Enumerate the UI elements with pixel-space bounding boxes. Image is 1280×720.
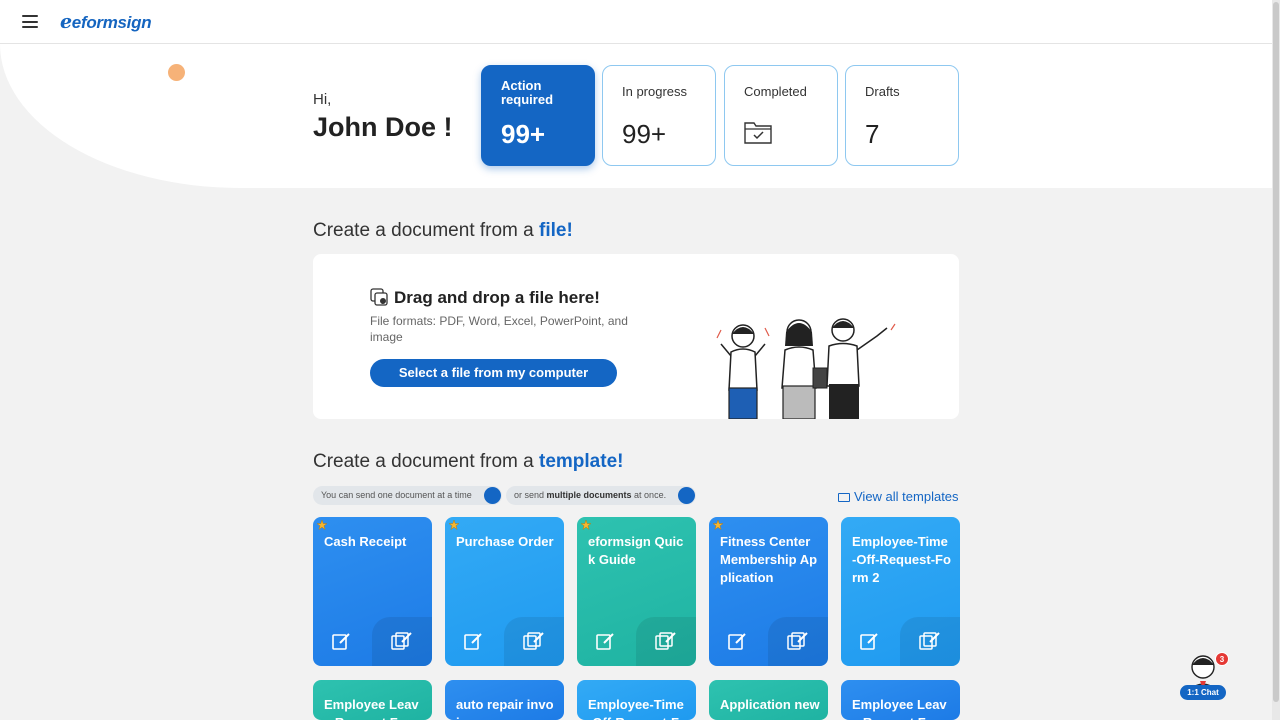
template-card[interactable]: eformsign Quick Guide bbox=[577, 517, 696, 666]
title-highlight: file! bbox=[539, 220, 573, 241]
template-card[interactable]: Employee-Time-Off-Request-Form 2 bbox=[841, 517, 960, 666]
template-name: eformsign Quick Guide bbox=[588, 534, 684, 567]
star-icon bbox=[449, 520, 459, 530]
drag-drop-file-icon bbox=[370, 288, 388, 306]
star-icon bbox=[317, 520, 327, 530]
stat-label: Action required bbox=[501, 78, 554, 107]
user-name: John Doe ! bbox=[313, 112, 453, 142]
file-drop-zone[interactable]: Drag and drop a file here! File formats:… bbox=[313, 254, 959, 419]
pill-text: at once. bbox=[631, 490, 667, 500]
stat-action-required[interactable]: Action required 99+ bbox=[481, 65, 595, 166]
template-card[interactable]: Employee-Time-Off-Request-Form bbox=[577, 680, 696, 720]
title-text: Create a document from a bbox=[313, 451, 539, 472]
template-card[interactable]: Application new bbox=[709, 680, 828, 720]
file-formats-text: File formats: PDF, Word, Excel, PowerPoi… bbox=[370, 314, 628, 344]
mouse-cursor-indicator bbox=[168, 64, 185, 81]
bulk-send-icon[interactable] bbox=[919, 631, 941, 651]
chat-button-label[interactable]: 1:1 Chat bbox=[1180, 685, 1226, 700]
new-document-icon[interactable] bbox=[464, 631, 483, 650]
stat-value: 99+ bbox=[501, 119, 546, 149]
new-document-icon[interactable] bbox=[332, 631, 351, 650]
template-card[interactable]: Employee Leave Request Form bbox=[313, 680, 432, 720]
pill-text: or send bbox=[514, 490, 547, 500]
template-name: Employee-Time-Off-Request-Form 2 bbox=[852, 534, 951, 585]
template-card[interactable]: Cash Receipt bbox=[313, 517, 432, 666]
stat-value: 99+ bbox=[622, 119, 667, 149]
stat-label: Drafts bbox=[865, 84, 900, 99]
new-document-icon[interactable] bbox=[860, 631, 879, 650]
template-name: Purchase Order bbox=[456, 534, 554, 549]
scrollbar-thumb[interactable] bbox=[1273, 2, 1279, 702]
bulk-send-icon[interactable] bbox=[655, 631, 677, 651]
star-icon bbox=[713, 520, 723, 530]
stat-drafts[interactable]: Drafts 7 bbox=[845, 65, 959, 166]
file-section-title: Create a document from a file! bbox=[313, 220, 573, 242]
bulk-send-icon[interactable] bbox=[523, 631, 545, 651]
eformsign-logo[interactable]: ℯeformsign bbox=[60, 11, 152, 34]
template-name: Fitness Center Membership Application bbox=[720, 534, 818, 585]
template-name: Employee Leave Request Form bbox=[324, 697, 422, 720]
stat-value: 7 bbox=[865, 119, 880, 149]
view-all-label: View all templates bbox=[854, 489, 959, 504]
template-card[interactable]: auto repair invoice bbox=[445, 680, 564, 720]
template-card[interactable]: Employee Leave Request Form 2 bbox=[841, 680, 960, 720]
template-section-title: Create a document from a template! bbox=[313, 451, 623, 473]
star-icon bbox=[581, 520, 591, 530]
template-name: Cash Receipt bbox=[324, 534, 407, 549]
title-text: Create a document from a bbox=[313, 220, 539, 241]
template-name: auto repair invoice bbox=[456, 697, 554, 720]
send-multiple-pill: or send multiple documents at once. bbox=[506, 486, 696, 505]
people-illustration bbox=[716, 318, 896, 419]
title-highlight: template! bbox=[539, 451, 624, 472]
multi-edit-icon bbox=[678, 487, 695, 504]
bulk-send-icon[interactable] bbox=[787, 631, 809, 651]
edit-icon bbox=[484, 487, 501, 504]
greeting-hi: Hi, bbox=[313, 91, 332, 108]
drop-title: Drag and drop a file here! bbox=[394, 288, 600, 307]
template-name: Employee Leave Request Form 2 bbox=[852, 697, 950, 720]
new-document-icon[interactable] bbox=[728, 631, 747, 650]
stat-completed[interactable]: Completed bbox=[724, 65, 838, 166]
template-card[interactable]: Fitness Center Membership Application bbox=[709, 517, 828, 666]
top-navigation-bar: ℯeformsign bbox=[0, 0, 1272, 44]
bulk-send-icon[interactable] bbox=[391, 631, 413, 651]
stat-in-progress[interactable]: In progress 99+ bbox=[602, 65, 716, 166]
stat-label: Completed bbox=[744, 84, 807, 99]
select-file-button[interactable]: Select a file from my computer bbox=[370, 359, 617, 387]
page-scrollbar[interactable] bbox=[1272, 0, 1280, 720]
folder-check-icon bbox=[744, 122, 772, 144]
send-one-pill: You can send one document at a time bbox=[313, 486, 502, 505]
new-document-icon[interactable] bbox=[596, 631, 615, 650]
template-card[interactable]: Purchase Order bbox=[445, 517, 564, 666]
hamburger-menu-icon[interactable] bbox=[22, 15, 38, 28]
chat-notification-badge: 3 bbox=[1215, 652, 1229, 666]
pill-text-bold: multiple documents bbox=[546, 490, 632, 500]
pill-text: You can send one document at a time bbox=[321, 490, 472, 500]
template-name: Application new bbox=[720, 697, 820, 712]
view-all-templates-link[interactable]: View all templates bbox=[838, 489, 959, 504]
stat-label: In progress bbox=[622, 84, 688, 99]
template-name: Employee-Time-Off-Request-Form bbox=[588, 697, 687, 720]
folder-icon bbox=[838, 493, 850, 502]
